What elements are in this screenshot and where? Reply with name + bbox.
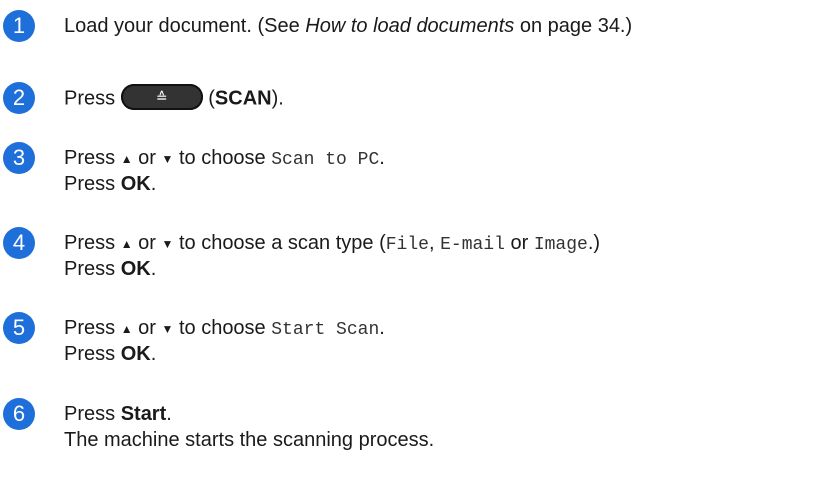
down-arrow-icon: ▼: [161, 152, 174, 166]
ok-key: OK: [120, 343, 151, 365]
step-text: Press Start.: [64, 403, 172, 425]
menu-option: Scan to PC: [271, 150, 380, 170]
step-text: Load your document. (See How to load doc…: [64, 15, 633, 37]
start-key: Start: [120, 403, 167, 425]
step-number-badge: 4: [3, 227, 35, 259]
step-number-badge: 3: [3, 142, 35, 174]
up-arrow-icon: ▲: [120, 322, 133, 336]
scan-type-option: E-mail: [440, 235, 505, 255]
down-arrow-icon: ▼: [161, 322, 174, 336]
scanner-icon: ≙: [155, 89, 168, 105]
step-text: Press ▲ or ▼ to choose a scan type (File…: [64, 232, 601, 255]
scan-key-label: SCAN: [214, 87, 272, 110]
menu-option: Start Scan: [271, 320, 380, 340]
up-arrow-icon: ▲: [120, 237, 133, 251]
step-number-badge: 5: [3, 312, 35, 344]
step-text: Press ▲ or ▼ to choose Scan to PC.: [64, 147, 385, 170]
ok-key: OK: [120, 173, 151, 195]
cross-reference-link[interactable]: How to load documents: [305, 15, 514, 37]
step-number-badge: 2: [3, 82, 35, 114]
step-text-line-2: Press OK.: [64, 343, 157, 365]
step-text-line-2: The machine starts the scanning process.: [64, 429, 435, 451]
step-text: Press ▲ or ▼ to choose Start Scan.: [64, 317, 385, 340]
step-text: Press ≙ (SCAN).: [64, 84, 284, 112]
up-arrow-icon: ▲: [120, 152, 133, 166]
down-arrow-icon: ▼: [161, 237, 174, 251]
step-text-line-2: Press OK.: [64, 258, 157, 280]
step-number-badge: 1: [3, 10, 35, 42]
step-number-badge: 6: [3, 398, 35, 430]
ok-key: OK: [120, 258, 151, 280]
step-text-line-2: Press OK.: [64, 173, 157, 195]
scan-type-option: Image: [533, 235, 588, 255]
scan-key-button[interactable]: ≙: [120, 84, 203, 110]
scan-type-option: File: [385, 235, 429, 255]
